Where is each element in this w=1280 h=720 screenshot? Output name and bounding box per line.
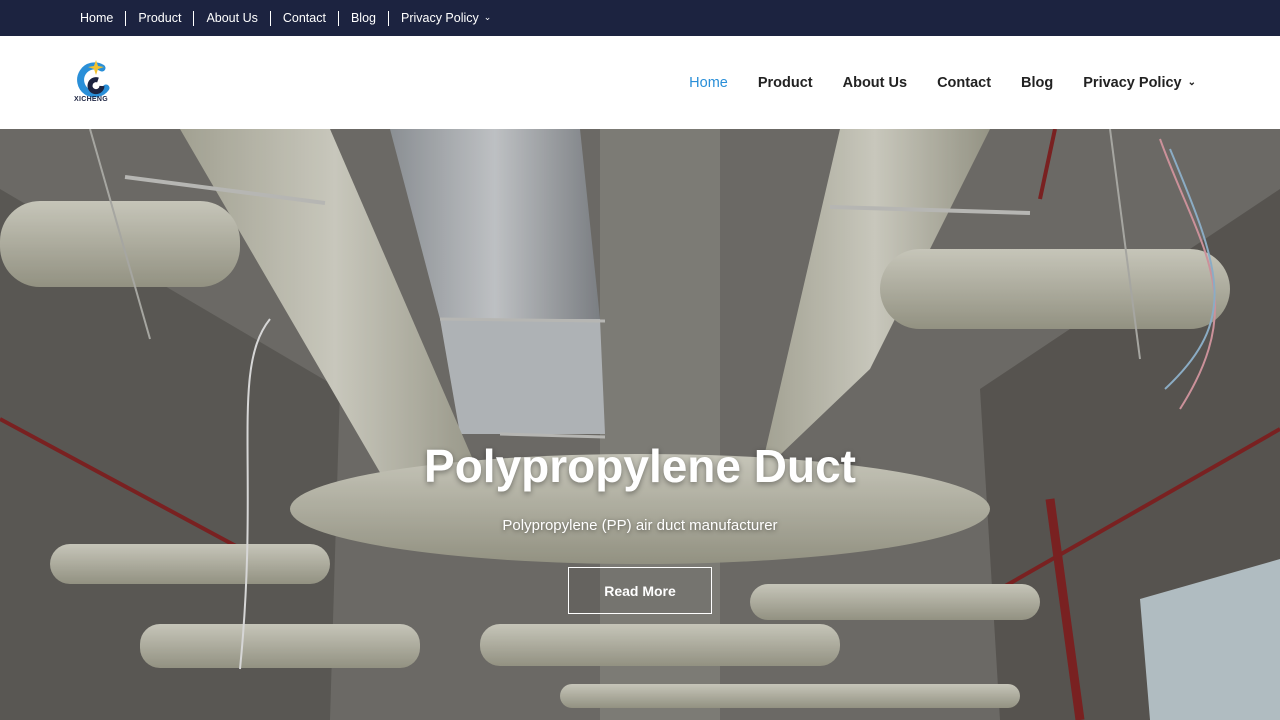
nav-privacy-policy-label: Privacy Policy — [1083, 74, 1182, 91]
nav-product[interactable]: Product — [758, 75, 813, 91]
topnav-blog[interactable]: Blog — [351, 11, 376, 25]
nav-blog[interactable]: Blog — [1021, 75, 1053, 91]
topnav-divider — [269, 10, 271, 26]
nav-about-us[interactable]: About Us — [843, 75, 907, 91]
hero-banner: Polypropylene Duct Polypropylene (PP) ai… — [0, 129, 1280, 720]
hero-subtitle: Polypropylene (PP) air duct manufacturer — [502, 517, 778, 534]
main-nav: Home Product About Us Contact Blog Priva… — [659, 36, 1196, 129]
nav-contact[interactable]: Contact — [937, 75, 991, 91]
topnav-privacy-policy-label: Privacy Policy — [400, 11, 479, 25]
logo-wordmark: XICHENG — [74, 96, 108, 103]
top-nav: Home Product About Us Contact Blog Priva… — [80, 0, 491, 36]
topnav-product[interactable]: Product — [138, 11, 181, 25]
topnav-about-us[interactable]: About Us — [206, 11, 257, 25]
topnav-contact[interactable]: Contact — [283, 11, 326, 25]
top-bar: Home Product About Us Contact Blog Priva… — [0, 0, 1280, 36]
chevron-down-icon: ⌄ — [1187, 77, 1196, 88]
hero-title: Polypropylene Duct — [424, 440, 856, 492]
topnav-divider — [125, 10, 127, 26]
logo-mark-icon — [77, 60, 110, 98]
chevron-down-icon: ⌄ — [483, 11, 492, 22]
topnav-divider — [337, 10, 339, 26]
topnav-privacy-policy[interactable]: Privacy Policy ⌄ — [401, 11, 491, 25]
topnav-divider — [387, 10, 389, 26]
site-header: XICHENG Home Product About Us Contact Bl… — [0, 36, 1280, 129]
nav-privacy-policy[interactable]: Privacy Policy ⌄ — [1083, 75, 1196, 91]
topnav-divider — [193, 10, 195, 26]
topnav-home[interactable]: Home — [80, 11, 113, 25]
nav-home[interactable]: Home — [689, 75, 728, 91]
hero-background-image — [0, 129, 1280, 720]
read-more-button[interactable]: Read More — [568, 567, 712, 614]
